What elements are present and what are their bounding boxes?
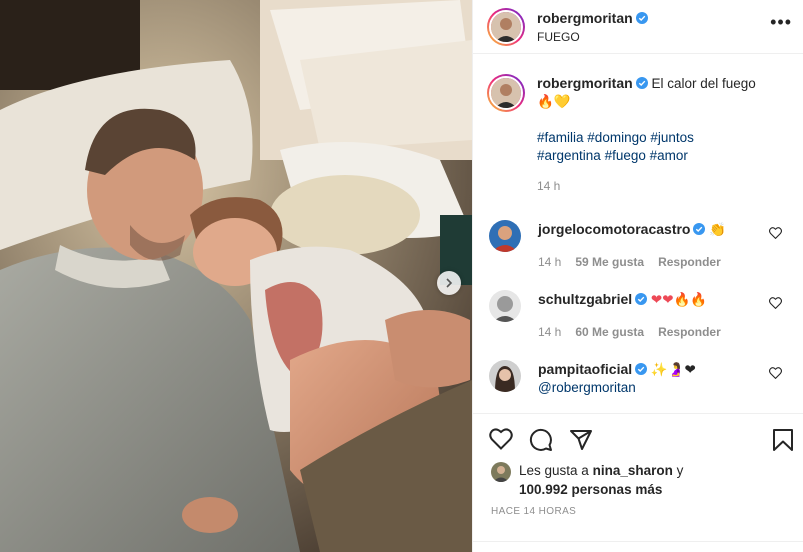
author-avatar-image [491,11,521,42]
liker-username[interactable]: nina_sharon [593,463,673,478]
post-actions: Les gusta a nina_sharon y 100.992 person… [473,413,803,552]
like-button[interactable] [489,428,513,455]
caption-text: El calor del fuego [651,76,756,91]
likes-prefix: Les gusta a [519,463,589,478]
bookmark-icon [773,429,793,451]
comment-time[interactable]: 14 h [538,325,561,339]
post-side-panel: robergmoritan FUEGO ••• robergmoritan El… [472,0,803,552]
comment-text: ✨🤰❤ [650,362,696,377]
verified-badge-icon [635,363,648,375]
likes-count[interactable]: 100.992 personas más [519,482,662,497]
verified-badge-icon [693,223,706,235]
comment-item: jorgelocomotoracastro 👏 14 h 59 Me gusta R… [489,220,794,271]
liker-avatar-image [491,462,511,482]
hashtag-link[interactable]: #amor [650,148,688,163]
comment-time[interactable]: 14 h [538,255,561,269]
comment-button[interactable] [529,428,553,455]
caption-author-avatar[interactable] [487,74,525,112]
likes-summary: Les gusta a nina_sharon y 100.992 person… [491,461,683,499]
comment-mention[interactable]: @robergmoritan [538,379,696,397]
add-comment-bar[interactable] [473,541,803,552]
comment-item: pampitaoficial ✨🤰❤ @robergmoritan [489,360,794,397]
caption-emoji: 🔥💛 [537,94,571,109]
paper-plane-icon [570,430,592,450]
chevron-right-icon [446,278,453,288]
heart-icon [489,428,513,450]
post-photo[interactable] [0,0,472,552]
commenter-avatar[interactable] [489,360,521,392]
commenter-avatar-image [489,290,521,322]
heart-icon[interactable] [769,297,782,309]
caption-avatar-image [491,78,521,108]
commenter-avatar[interactable] [489,220,521,252]
hashtag-link[interactable]: #fuego [605,148,646,163]
caption-hashtags: #familia #domingo #juntos #argentina #fu… [537,129,756,165]
post-location[interactable]: FUEGO [537,30,648,44]
commenter-username[interactable]: jorgelocomotoracastro [538,221,690,237]
comment-icon [529,428,552,451]
hashtag-link[interactable]: #domingo [587,130,646,145]
author-avatar[interactable] [487,7,525,46]
verified-badge-icon [635,293,648,305]
comment-text: 👏 [709,222,727,237]
more-options-icon[interactable]: ••• [770,12,792,33]
verified-badge-icon [635,11,648,24]
verified-badge-icon [635,77,648,89]
liker-avatar[interactable] [491,462,511,482]
comment-text: ❤❤🔥🔥 [650,292,708,307]
heart-icon[interactable] [769,227,782,239]
share-button[interactable] [569,428,593,455]
carousel-next-button[interactable] [437,271,461,295]
comment-item: schultzgabriel ❤❤🔥🔥 14 h 60 Me gusta Respo… [489,290,794,341]
hashtag-link[interactable]: #juntos [650,130,694,145]
reply-button[interactable]: Responder [658,255,721,269]
comment-likes[interactable]: 59 Me gusta [575,255,644,269]
commenter-username[interactable]: pampitaoficial [538,361,632,377]
author-username[interactable]: robergmoritan [537,10,633,26]
caption-time[interactable]: 14 h [537,177,756,195]
comment-likes[interactable]: 60 Me gusta [575,325,644,339]
caption-username[interactable]: robergmoritan [537,75,633,91]
likes-suffix: y [676,463,684,478]
hashtag-link[interactable]: #argentina [537,148,601,163]
commenter-avatar-image [489,220,521,252]
reply-button[interactable]: Responder [658,325,721,339]
commenter-avatar[interactable] [489,290,521,322]
hashtag-link[interactable]: #familia [537,130,584,145]
couple-photo-illustration [0,0,472,552]
heart-icon[interactable] [769,367,782,379]
commenter-avatar-image [489,360,521,392]
commenter-username[interactable]: schultzgabriel [538,291,632,307]
save-button[interactable] [772,428,794,455]
post-header: robergmoritan FUEGO ••• [473,0,803,54]
post-timestamp[interactable]: HACE 14 HORAS [491,506,576,517]
post-caption: robergmoritan El calor del fuego 🔥💛 #fam… [487,74,797,195]
